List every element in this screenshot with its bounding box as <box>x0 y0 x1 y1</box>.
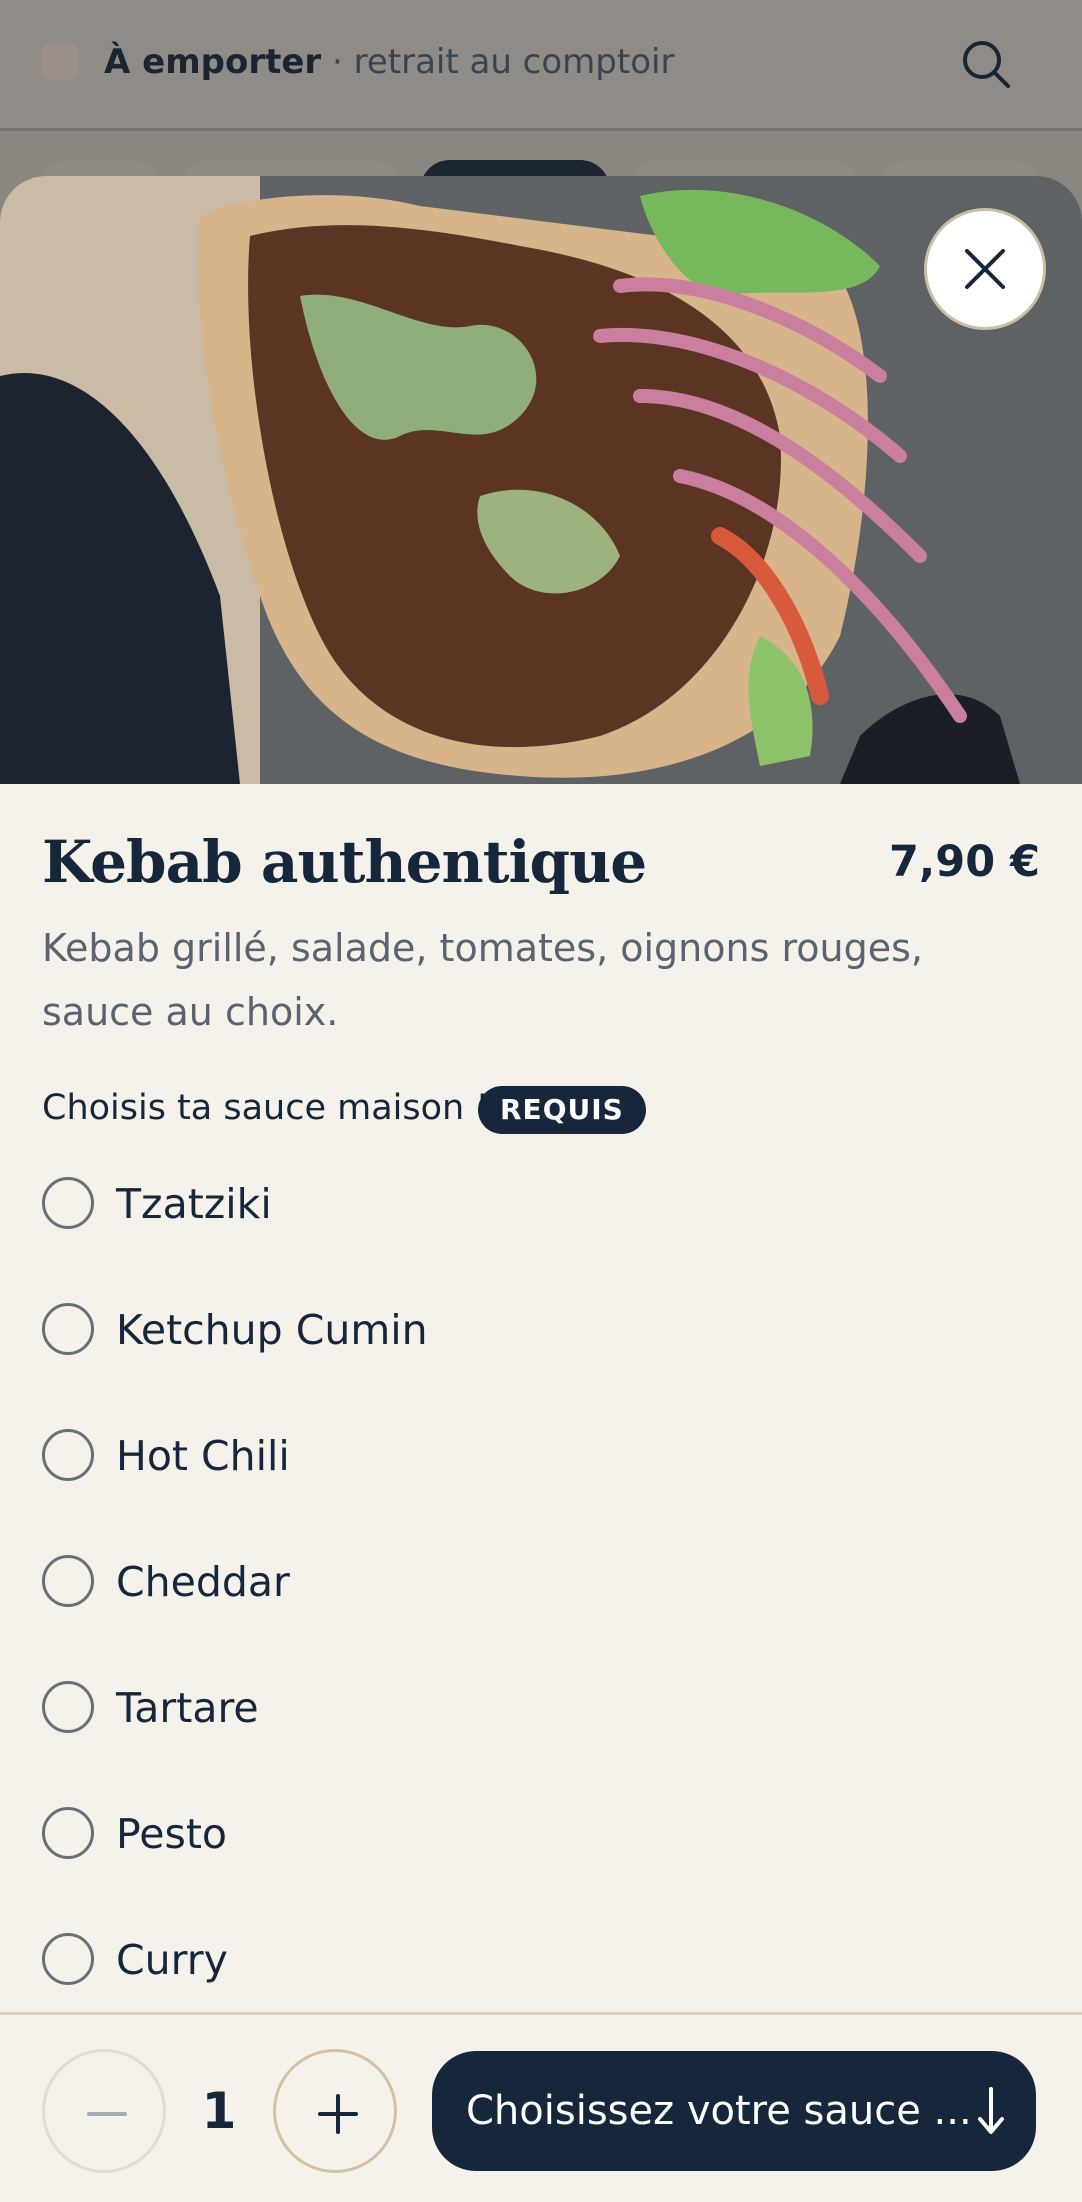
required-badge: REQUIS <box>478 1086 646 1134</box>
sauce-option-tzatziki[interactable]: Tzatziki <box>42 1166 1042 1246</box>
sauce-option-label: Pesto <box>116 1810 228 1858</box>
radio-button[interactable] <box>42 1681 94 1733</box>
increase-quantity-button[interactable] <box>273 2049 397 2173</box>
sauce-option-label: Cheddar <box>116 1558 290 1606</box>
product-price: 7,90 € <box>889 837 1040 887</box>
sauce-option-pesto[interactable]: Pesto <box>42 1796 1042 1876</box>
sauce-option-tartare[interactable]: Tartare <box>42 1670 1042 1750</box>
decrease-quantity-button[interactable] <box>42 2049 166 2173</box>
add-to-cart-button[interactable]: Choisissez votre sauce ... <box>432 2051 1036 2171</box>
order-mode: À emporter · retrait au comptoir <box>104 40 674 84</box>
sauce-option-ketchup-cumin[interactable]: Ketchup Cumin <box>42 1292 1042 1372</box>
quantity-value: 1 <box>201 2082 237 2140</box>
radio-button[interactable] <box>42 1303 94 1355</box>
arrow-down-icon <box>978 2087 1004 2134</box>
sauce-option-label: Tartare <box>116 1684 259 1732</box>
radio-button[interactable] <box>42 1807 94 1859</box>
sauce-option-label: Tzatziki <box>116 1180 272 1228</box>
sauce-group-label: Choisis ta sauce maison ! <box>42 1088 490 1128</box>
background-header: À emporter · retrait au comptoir <box>0 0 1082 131</box>
close-icon <box>965 249 1005 289</box>
order-mode-label: À emporter <box>104 42 322 82</box>
product-modal: Kebab authentique 7,90 € Kebab grillé, s… <box>0 176 1082 2202</box>
sauce-option-cheddar[interactable]: Cheddar <box>42 1544 1042 1624</box>
search-icon <box>958 36 1014 92</box>
sauce-option-label: Ketchup Cumin <box>116 1306 428 1354</box>
sauce-option-label: Curry <box>116 1936 228 1984</box>
radio-button[interactable] <box>42 1933 94 1985</box>
radio-button[interactable] <box>42 1429 94 1481</box>
sauce-option-curry[interactable]: Curry <box>42 1922 1042 2002</box>
kebab-photo <box>0 176 1082 784</box>
cta-label: Choisissez votre sauce ... <box>466 2088 972 2134</box>
restaurant-logo <box>42 44 78 80</box>
order-mode-detail: · retrait au comptoir <box>332 42 675 82</box>
product-title: Kebab authentique <box>42 828 647 896</box>
radio-button[interactable] <box>42 1177 94 1229</box>
bottom-action-bar: 1 Choisissez votre sauce ... <box>0 2012 1082 2202</box>
radio-button[interactable] <box>42 1555 94 1607</box>
plus-icon <box>318 2094 358 2134</box>
close-button[interactable] <box>924 208 1046 330</box>
product-image <box>0 176 1082 784</box>
product-description: Kebab grillé, salade, tomates, oignons r… <box>42 926 923 1034</box>
sauce-option-label: Hot Chili <box>116 1432 290 1480</box>
sauce-option-hot-chili[interactable]: Hot Chili <box>42 1418 1042 1498</box>
minus-icon <box>87 2112 127 2116</box>
